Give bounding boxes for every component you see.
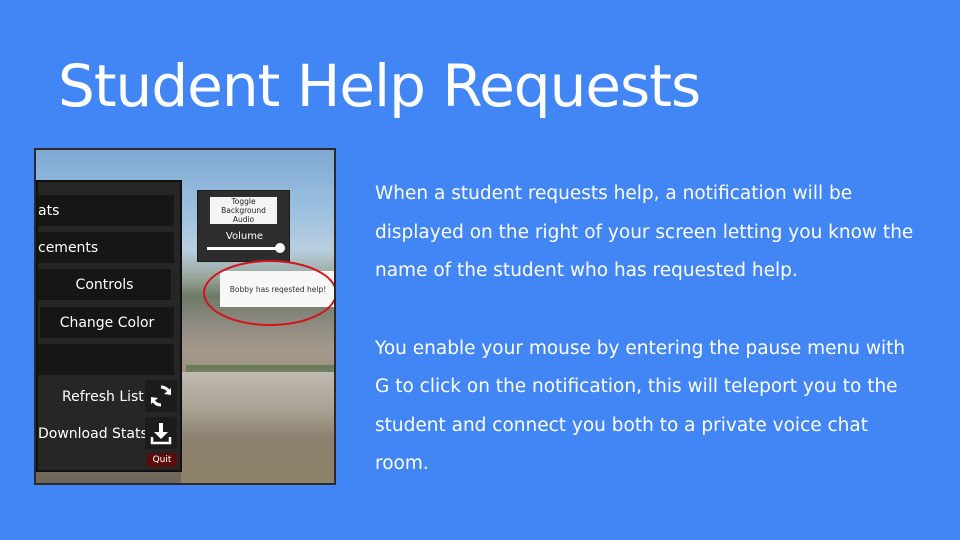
notification-highlight-circle bbox=[203, 260, 334, 326]
change-color-button[interactable]: Change Color bbox=[40, 307, 174, 338]
volume-slider-track[interactable] bbox=[207, 247, 280, 250]
toggle-background-audio-button[interactable]: Toggle Background Audio bbox=[210, 197, 277, 224]
volume-label: Volume bbox=[225, 231, 264, 242]
player-list-field[interactable] bbox=[38, 344, 174, 375]
download-stats-label: Download Stats bbox=[38, 426, 148, 442]
refresh-list-label: Refresh List bbox=[62, 389, 144, 405]
download-button[interactable] bbox=[145, 417, 177, 449]
game-screenshot: ats cements Controls Change Color Refres… bbox=[34, 148, 336, 485]
slide-body: When a student requests help, a notifica… bbox=[375, 175, 915, 523]
quit-button[interactable]: Quit bbox=[147, 453, 177, 467]
volume-slider-thumb[interactable] bbox=[275, 243, 285, 253]
paragraph-pause-menu: You enable your mouse by entering the pa… bbox=[375, 337, 906, 475]
quit-button-label: Quit bbox=[152, 455, 172, 465]
controls-button-label: Controls bbox=[75, 276, 134, 293]
achievements-button[interactable]: cements bbox=[38, 232, 174, 263]
refresh-icon bbox=[151, 385, 171, 407]
scene-ground bbox=[181, 372, 334, 483]
change-color-button-label: Change Color bbox=[59, 314, 155, 331]
slide-title: Student Help Requests bbox=[58, 52, 701, 120]
paragraph-notification: When a student requests help, a notifica… bbox=[375, 183, 914, 281]
download-icon bbox=[150, 423, 172, 445]
refresh-button[interactable] bbox=[145, 380, 177, 412]
controls-button[interactable]: Controls bbox=[38, 269, 171, 300]
achievements-button-label: cements bbox=[38, 239, 99, 256]
toggle-background-audio-label: Toggle Background Audio bbox=[221, 197, 266, 224]
pause-menu-panel: ats cements Controls Change Color Refres… bbox=[36, 180, 182, 472]
stats-button-label: ats bbox=[38, 202, 60, 219]
audio-panel: Toggle Background Audio Volume bbox=[197, 190, 290, 262]
stats-button[interactable]: ats bbox=[38, 195, 174, 226]
